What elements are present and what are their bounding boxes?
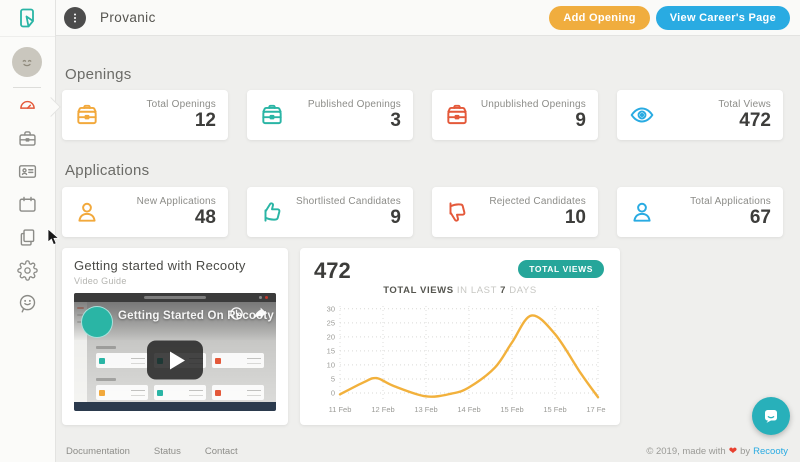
thumbs-down-icon [449, 202, 466, 222]
chart-title: TOTAL VIEWS IN LAST 7 DAYS [383, 285, 537, 296]
eye-icon [630, 107, 654, 123]
svg-text:15 Feb: 15 Feb [500, 405, 523, 414]
pages-documents-icon[interactable] [17, 227, 38, 248]
stat-value: 67 [749, 206, 771, 228]
unpublished-openings-card[interactable]: Unpublished Openings 9 [432, 90, 598, 140]
add-opening-button[interactable]: Add Opening [549, 5, 650, 30]
person-icon [78, 202, 96, 222]
heart-icon: ❤ [728, 445, 738, 457]
sidebar-divider [13, 87, 41, 88]
svg-text:13 Feb: 13 Feb [414, 405, 437, 414]
footer-link-documentation[interactable]: Documentation [66, 446, 130, 457]
video-thumb-browser-bar [74, 293, 276, 302]
app-logo[interactable] [0, 0, 55, 37]
view-careers-page-button[interactable]: View Career's Page [655, 5, 790, 30]
topbar: Provanic Add Opening View Career's Page [56, 0, 800, 36]
svg-text:25: 25 [327, 318, 335, 327]
stat-label: Total Views [718, 98, 771, 110]
video-thumb-channel-avatar [81, 306, 113, 338]
getting-started-card: Getting started with Recooty Video Guide… [62, 248, 288, 425]
video-card-subtitle: Video Guide [74, 276, 127, 286]
svg-text:15: 15 [327, 346, 335, 355]
company-name: Provanic [100, 10, 156, 25]
stat-label: Rejected Candidates [489, 195, 586, 207]
openings-briefcase-icon[interactable] [17, 128, 38, 149]
total-openings-card[interactable]: Total Openings 12 [62, 90, 228, 140]
user-avatar[interactable] [12, 47, 42, 77]
recooty-brand-link[interactable]: Recooty [753, 446, 788, 457]
svg-text:14 Feb: 14 Feb [457, 405, 480, 414]
stat-label: Unpublished Openings [480, 98, 586, 110]
svg-text:5: 5 [331, 374, 335, 383]
stat-value: 3 [390, 109, 401, 131]
support-chat-smiley-icon[interactable] [17, 293, 38, 314]
total-applications-card[interactable]: Total Applications 67 [617, 187, 783, 237]
openings-section-title: Openings [65, 66, 132, 83]
svg-text:10: 10 [327, 360, 335, 369]
applications-section-title: Applications [65, 162, 150, 179]
published-openings-card[interactable]: Published Openings 3 [247, 90, 413, 140]
stat-label: Shortlisted Candidates [295, 195, 401, 207]
svg-text:20: 20 [327, 332, 335, 341]
stat-value: 10 [564, 206, 586, 228]
briefcase-icon [447, 104, 467, 125]
avatar-face-icon [22, 59, 32, 67]
total-views-line-chart: 0 5 10 15 20 25 30 11 Feb 12 Feb 13 Feb 14 Feb 15 F… [327, 304, 606, 414]
svg-text:30: 30 [327, 304, 335, 313]
stat-value: 472 [739, 109, 771, 131]
new-applications-card[interactable]: New Applications 48 [62, 187, 228, 237]
briefcase-icon [77, 104, 97, 125]
video-thumb-footer-bar [74, 402, 276, 411]
watch-later-clock-icon[interactable] [229, 306, 244, 321]
play-button[interactable] [147, 340, 203, 380]
shortlisted-candidates-card[interactable]: Shortlisted Candidates 9 [247, 187, 413, 237]
video-player[interactable]: Getting Started On Recooty [74, 293, 276, 411]
recooty-logo-icon [19, 8, 34, 28]
video-overlay-title: Getting Started On Recooty [118, 310, 274, 322]
schedule-calendar-icon[interactable] [17, 194, 38, 215]
settings-gear-icon[interactable] [17, 260, 38, 281]
footer: Documentation Status Contact © 2019, mad… [66, 445, 788, 457]
briefcase-icon [262, 104, 282, 125]
stat-value: 48 [194, 206, 216, 228]
svg-text:11 Feb: 11 Feb [329, 405, 352, 414]
svg-text:15 Feb: 15 Feb [543, 405, 566, 414]
video-thumb-section-bar [96, 378, 116, 381]
stat-label: New Applications [136, 195, 216, 207]
footer-link-status[interactable]: Status [154, 446, 181, 457]
svg-text:17 Feb: 17 Feb [586, 405, 606, 414]
video-thumb-card-row [96, 385, 264, 400]
svg-text:12 Feb: 12 Feb [371, 405, 394, 414]
video-thumb-section-bar [96, 346, 116, 349]
stat-label: Total Applications [690, 195, 771, 207]
copyright-text: © 2019, made with [646, 445, 726, 457]
share-arrow-icon[interactable] [252, 306, 268, 321]
stat-value: 12 [194, 109, 216, 131]
chat-launcher-button[interactable] [752, 397, 790, 435]
person-icon [633, 202, 651, 222]
applications-cards-row: New Applications 48 Shortlisted Candidat… [62, 187, 783, 237]
rejected-candidates-card[interactable]: Rejected Candidates 10 [432, 187, 598, 237]
video-card-title: Getting started with Recooty [74, 258, 246, 273]
kebab-menu-icon [74, 13, 76, 22]
footer-link-contact[interactable]: Contact [205, 446, 238, 457]
total-views-chart-card: 472 TOTAL VIEWS TOTAL VIEWS IN LAST 7 DA… [300, 248, 620, 425]
total-views-badge: TOTAL VIEWS [518, 260, 604, 278]
stat-label: Published Openings [307, 98, 401, 110]
dashboard-gauge-icon[interactable] [17, 95, 38, 116]
thumbs-up-icon [264, 202, 281, 222]
stat-value: 9 [575, 109, 586, 131]
openings-cards-row: Total Openings 12 Published Openings 3 U… [62, 90, 783, 140]
sidebar [0, 0, 56, 462]
candidates-idcard-icon[interactable] [17, 161, 38, 182]
company-menu-button[interactable] [64, 6, 86, 29]
stat-label: Total Openings [146, 98, 216, 110]
svg-text:0: 0 [331, 388, 335, 397]
total-views-card[interactable]: Total Views 472 [617, 90, 783, 140]
chat-bubble-icon [765, 410, 777, 423]
stat-value: 9 [390, 206, 401, 228]
